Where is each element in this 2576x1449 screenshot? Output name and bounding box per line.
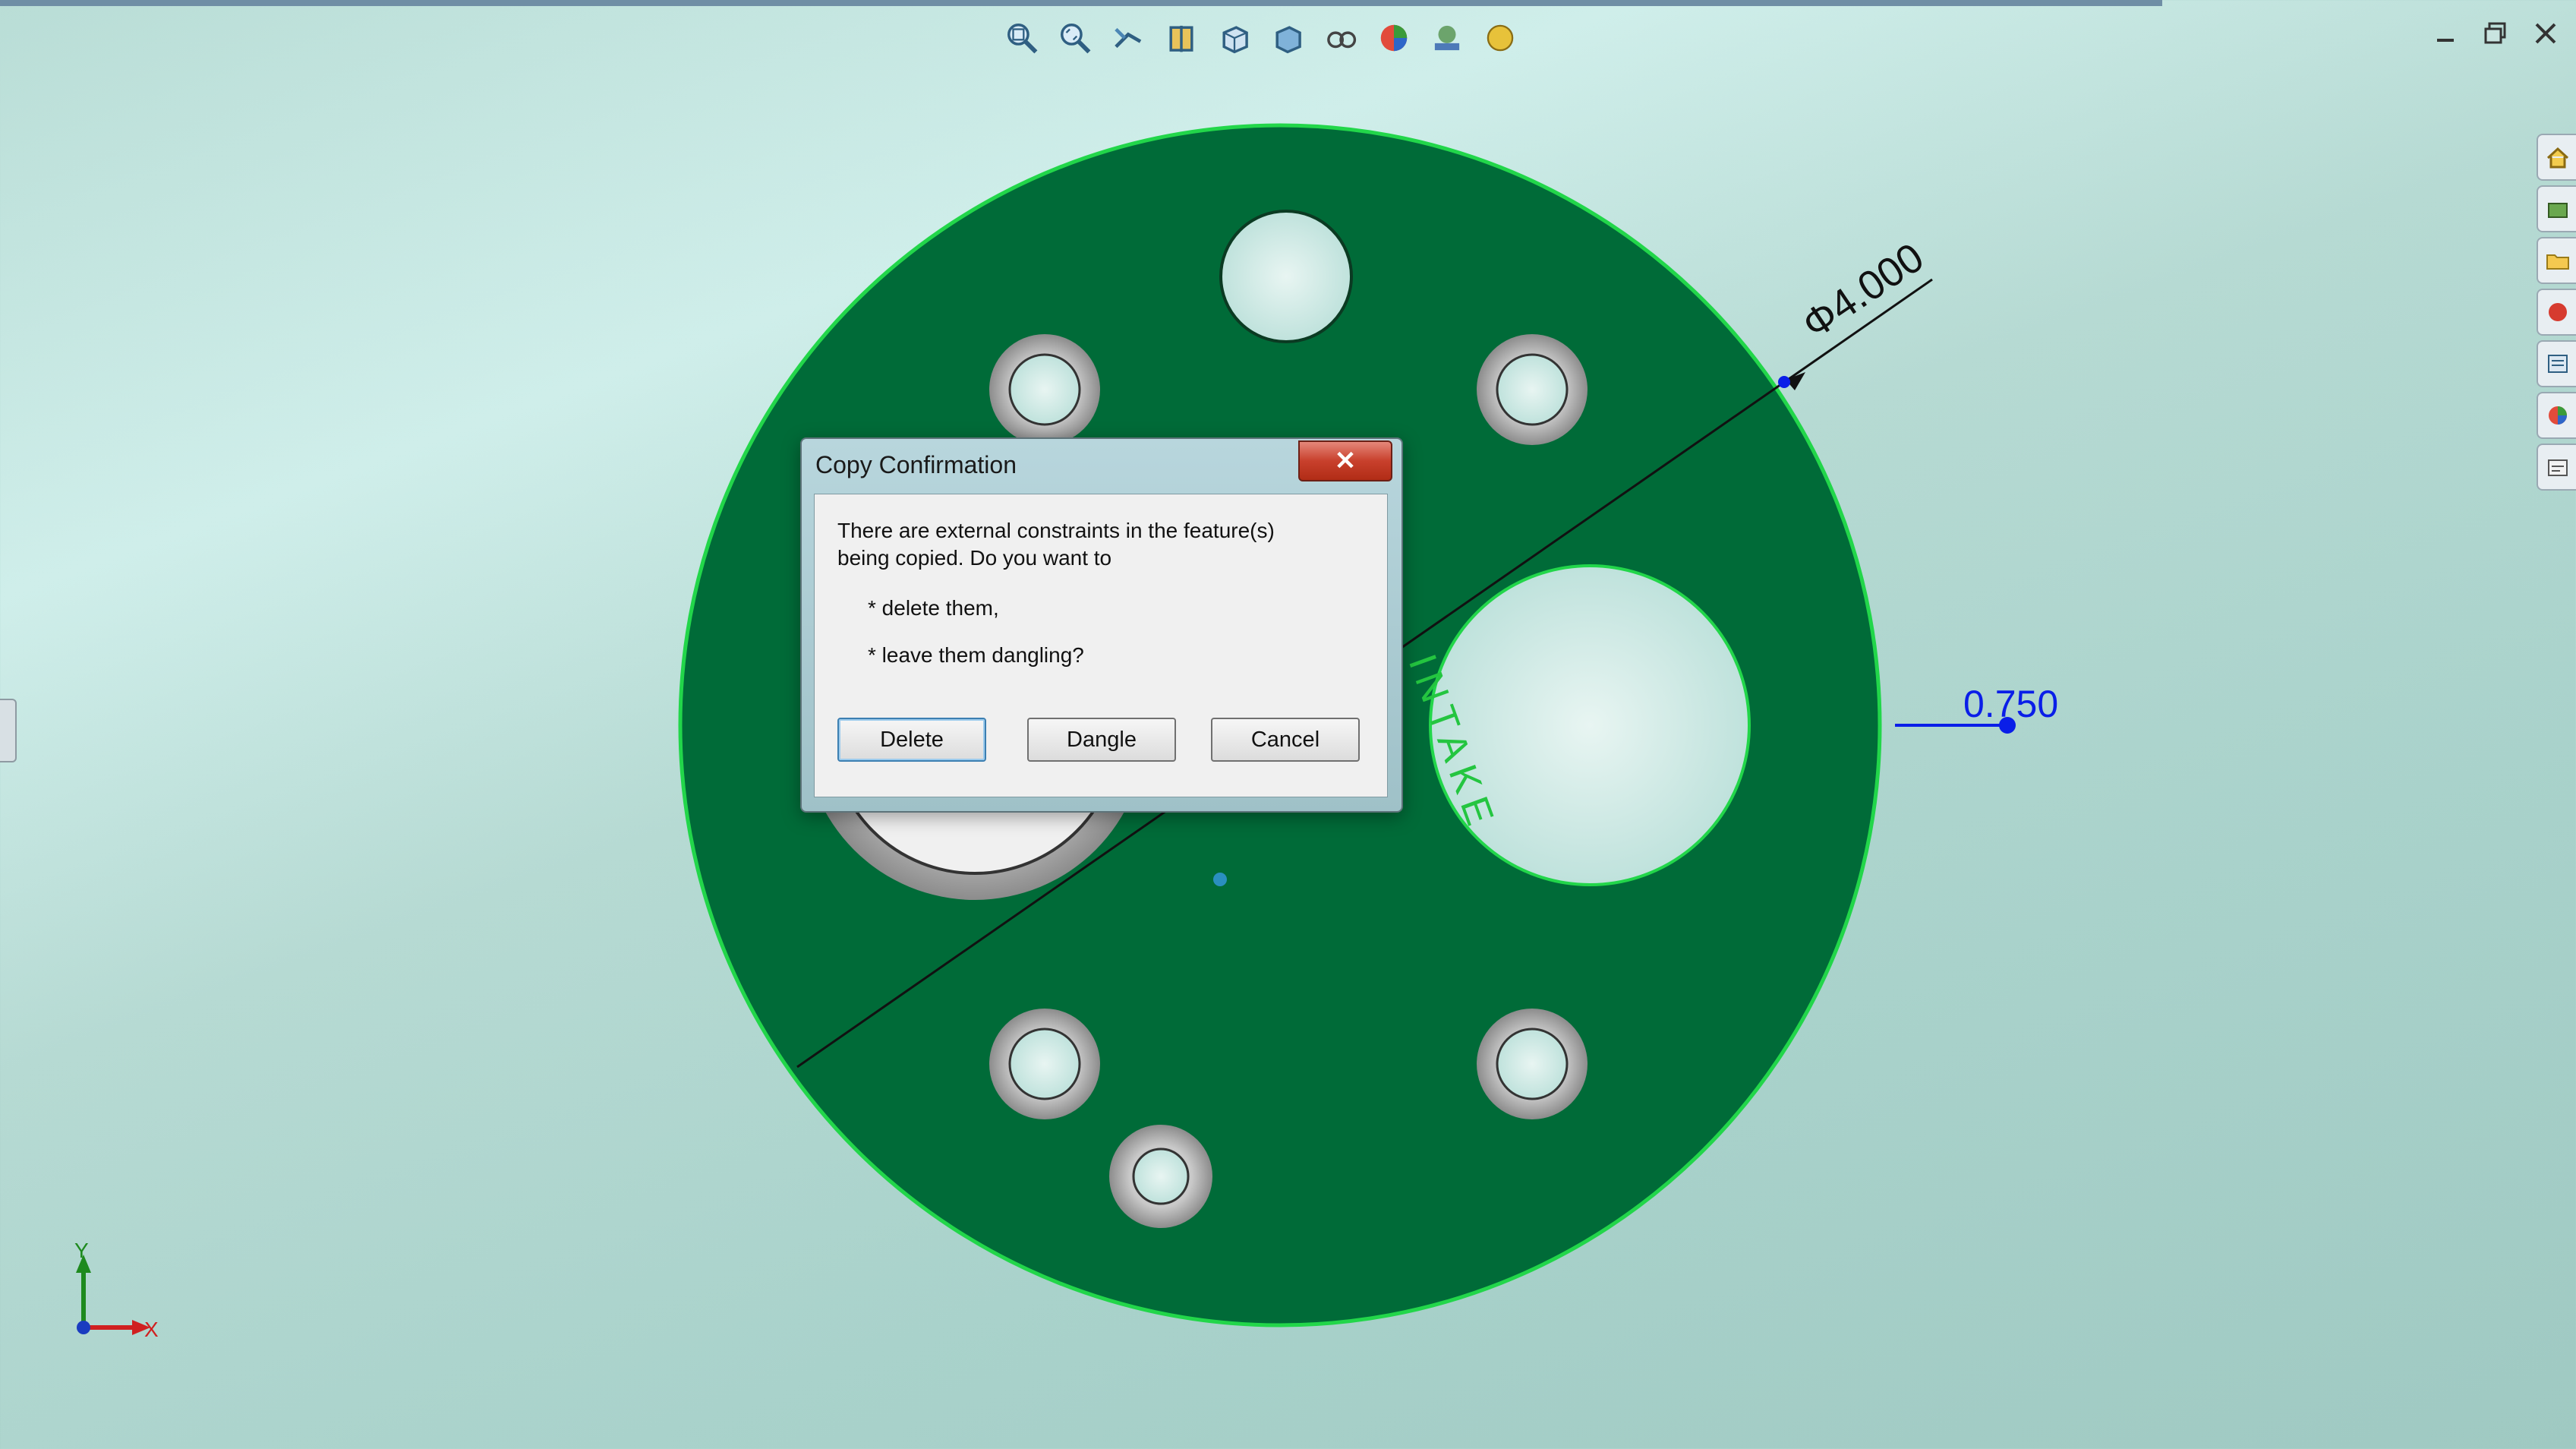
- option-dangle-text: * leave them dangling?: [868, 643, 1084, 667]
- large-hole[interactable]: [1429, 564, 1751, 886]
- bolt-hole-upper-right[interactable]: [1477, 334, 1588, 445]
- dialog-close-button[interactable]: ✕: [1298, 440, 1392, 481]
- bolt-hole-upper-left[interactable]: [989, 334, 1100, 445]
- axis-x-label: X: [144, 1318, 159, 1341]
- close-icon: ✕: [1334, 447, 1357, 475]
- diameter-dimension-text[interactable]: Φ4.000: [1794, 235, 1931, 348]
- dialog-message: There are external constraints in the fe…: [837, 517, 1369, 572]
- top-hole[interactable]: [1219, 210, 1353, 343]
- bolt-hole-lower-right[interactable]: [1477, 1009, 1588, 1119]
- message-line-2: being copied. Do you want to: [837, 546, 1112, 570]
- bolt-hole-bottom[interactable]: [1109, 1125, 1212, 1228]
- cancel-button[interactable]: Cancel: [1211, 718, 1360, 762]
- origin-point: [1213, 873, 1227, 886]
- delete-button[interactable]: Delete: [837, 718, 986, 762]
- linear-dimension[interactable]: 0.750: [1895, 683, 2058, 734]
- linear-dimension-text[interactable]: 0.750: [1963, 683, 2058, 725]
- bolt-hole-lower-left[interactable]: [989, 1009, 1100, 1119]
- dialog-body: There are external constraints in the fe…: [814, 494, 1388, 797]
- dangle-button[interactable]: Dangle: [1027, 718, 1176, 762]
- dialog-title: Copy Confirmation: [815, 451, 1017, 478]
- copy-confirmation-dialog: Copy Confirmation ✕ There are external c…: [800, 437, 1403, 813]
- axis-y-label: Y: [74, 1239, 89, 1262]
- option-delete-text: * delete them,: [868, 596, 999, 620]
- reference-triad: Y X: [74, 1239, 159, 1341]
- message-line-1: There are external constraints in the fe…: [837, 519, 1275, 542]
